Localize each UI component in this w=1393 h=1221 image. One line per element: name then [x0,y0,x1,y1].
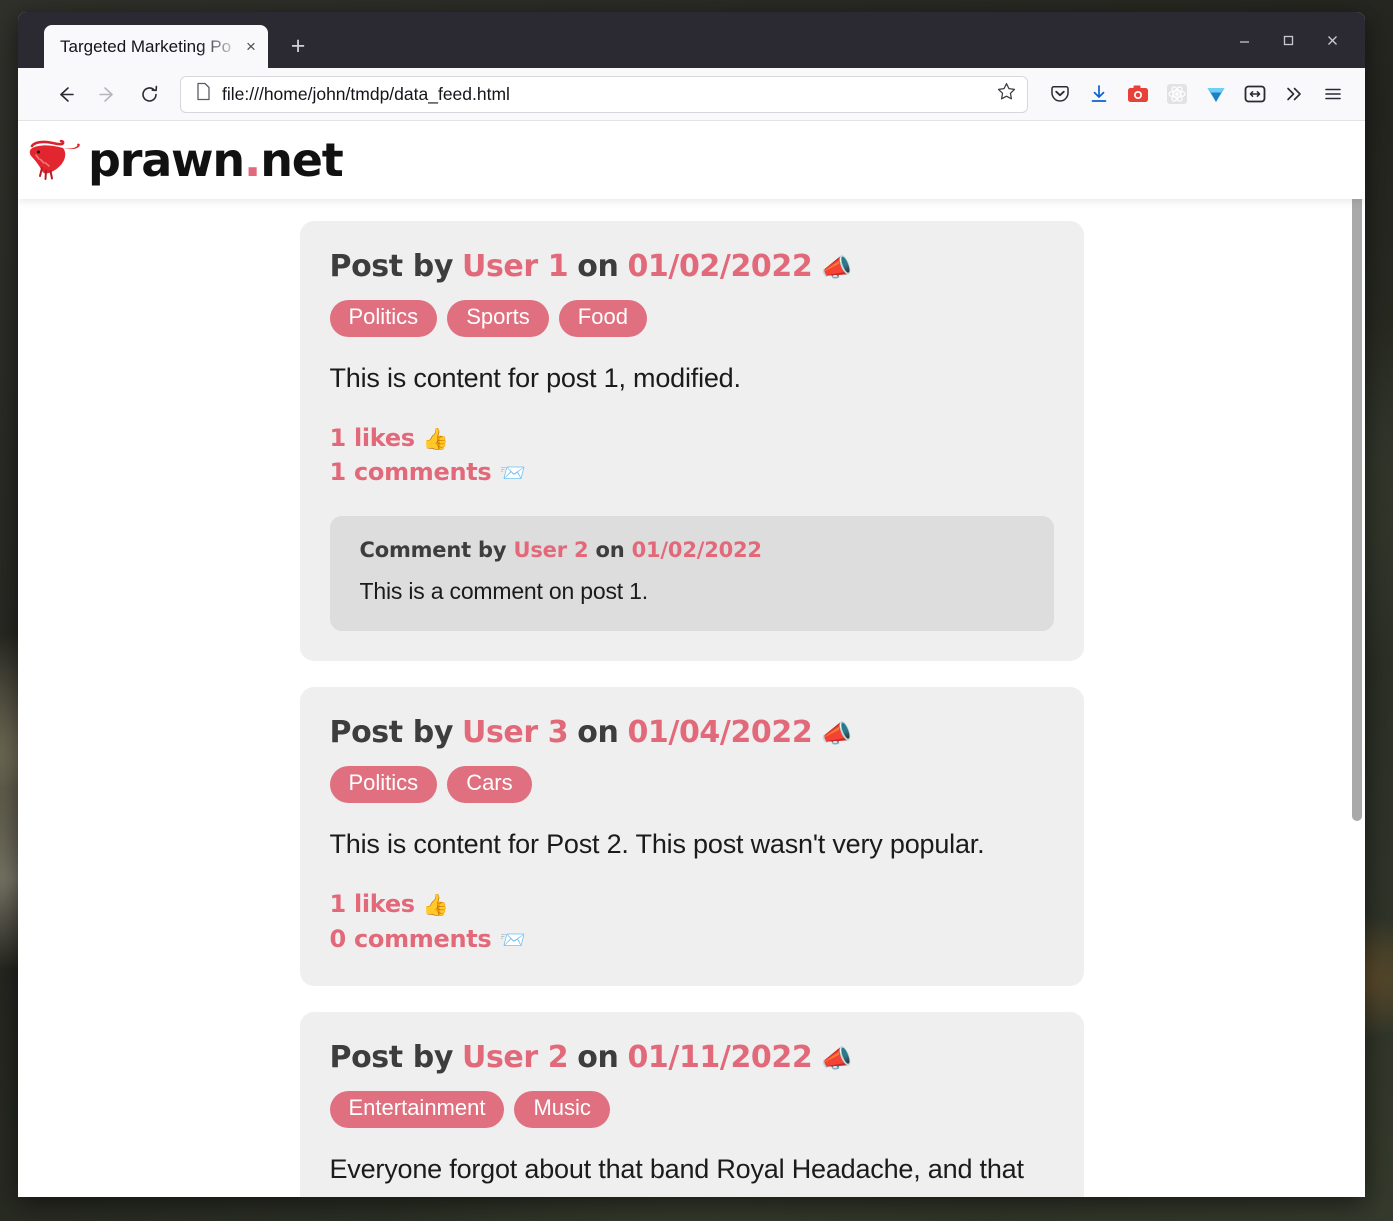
post-tags: Politics Sports Food [329,300,1054,337]
comment-date: 01/02/2022 [631,538,762,563]
comment-connector: on [595,538,625,563]
post-author[interactable]: User 3 [462,715,569,750]
tab-strip: Targeted Marketing Po × + [18,12,1365,68]
react-devtools-icon[interactable] [1159,76,1195,112]
post-connector: on [577,1040,619,1076]
thumbs-up-icon: 👍 [422,426,449,451]
envelope-icon: 📨 [499,461,526,486]
comment-prefix: Comment by [359,538,507,563]
tag-pill[interactable]: Food [558,300,647,337]
post-content: This is content for Post 2. This post wa… [329,828,985,859]
likes-label: 1 likes [329,423,416,452]
downloads-icon[interactable] [1081,76,1117,112]
likes-stat[interactable]: 1 likes 👍 [330,421,1054,456]
pocket-icon[interactable] [1042,76,1078,112]
tag-pill[interactable]: Entertainment [329,1091,505,1128]
megaphone-icon: 📣 [821,1044,853,1074]
screenshot-camera-icon[interactable] [1120,76,1156,112]
post-card: Post by User 3 on 01/04/2022 📣 Politics … [299,687,1084,987]
new-tab-button[interactable]: + [278,26,318,66]
close-button[interactable] [1313,23,1351,57]
back-icon[interactable] [46,75,84,113]
brand-name: prawn [88,133,245,187]
post-stats: 1 likes 👍 0 comments 📨 [330,887,1054,957]
post-prefix: Post by [329,249,454,284]
bookmark-star-icon[interactable] [996,81,1017,107]
post-connector: on [577,249,619,284]
post-author[interactable]: User 2 [462,1040,569,1075]
post-content: Everyone forgot about that band Royal He… [329,1153,1024,1197]
scrollbar-thumb[interactable] [1352,129,1362,821]
thumbs-up-icon: 👍 [422,892,449,917]
comments-stat[interactable]: 1 comments 📨 [330,455,1054,490]
comments-label: 1 comments [329,458,492,487]
diamond-extension-icon[interactable] [1198,76,1234,112]
post-date: 01/11/2022 [627,1040,813,1076]
post-connector: on [577,715,619,751]
tab-title: Targeted Marketing Po [60,36,232,56]
overflow-chevrons-icon[interactable] [1276,76,1312,112]
site-logo[interactable]: prawn.net [26,133,344,187]
post-prefix: Post by [329,1040,454,1076]
post-header: Post by User 2 on 01/11/2022 📣 [330,1040,1054,1075]
likes-label: 1 likes [329,889,416,918]
post-header: Post by User 3 on 01/04/2022 📣 [330,715,1054,750]
post-tags: Politics Cars [329,766,1054,803]
post-date: 01/02/2022 [627,249,813,284]
comment-card: Comment by User 2 on 01/02/2022 This is … [329,516,1054,632]
page-viewport: prawn.net Post by User 1 on 01/02/2022 📣… [18,121,1365,1197]
post-date: 01/04/2022 [627,715,813,751]
comment-header: Comment by User 2 on 01/02/2022 [360,538,1024,562]
post-author[interactable]: User 1 [462,249,569,284]
post-prefix: Post by [329,715,454,751]
site-header: prawn.net [18,121,1365,199]
address-bar[interactable]: file:///home/john/tmdp/data_feed.html [180,75,1028,113]
hamburger-menu-icon[interactable] [1315,76,1351,112]
megaphone-icon: 📣 [821,253,853,282]
tag-pill[interactable]: Music [514,1091,610,1128]
tag-pill[interactable]: Politics [329,300,438,337]
envelope-icon: 📨 [499,927,526,952]
post-card: Post by User 2 on 01/11/2022 📣 Entertain… [299,1012,1084,1197]
browser-window: Targeted Marketing Po × + file:///home/j… [18,12,1365,1197]
window-controls [1225,12,1351,68]
browser-tab[interactable]: Targeted Marketing Po × [44,25,268,68]
tag-pill[interactable]: Politics [329,766,438,803]
brand-tld: net [260,133,344,187]
comment-content: This is a comment on post 1. [359,578,649,605]
tab-close-icon[interactable]: × [240,36,262,58]
navigation-toolbar: file:///home/john/tmdp/data_feed.html [18,68,1365,121]
reload-icon[interactable] [130,75,168,113]
tag-pill[interactable]: Sports [447,300,549,337]
minimize-button[interactable] [1225,23,1263,57]
toolbar-extensions [1042,76,1351,112]
post-header: Post by User 1 on 01/02/2022 📣 [330,249,1054,284]
comments-stat[interactable]: 0 comments 📨 [330,922,1054,957]
brand-text: prawn.net [88,133,344,187]
prawn-icon [26,138,84,182]
comments-label: 0 comments [329,924,492,953]
post-card: Post by User 1 on 01/02/2022 📣 Politics … [299,221,1084,662]
forward-icon[interactable] [88,75,126,113]
page-scrollbar[interactable] [1349,121,1365,1197]
post-tags: Entertainment Music [329,1091,1054,1128]
post-content: This is content for post 1, modified. [329,362,742,393]
post-feed: Post by User 1 on 01/02/2022 📣 Politics … [18,199,1365,1197]
tag-pill[interactable]: Cars [447,766,532,803]
megaphone-icon: 📣 [821,719,853,749]
comment-author[interactable]: User 2 [514,538,589,562]
url-text[interactable]: file:///home/john/tmdp/data_feed.html [222,84,986,105]
container-tab-icon[interactable] [1237,76,1273,112]
web-page: prawn.net Post by User 1 on 01/02/2022 📣… [18,121,1365,1197]
maximize-button[interactable] [1269,23,1307,57]
likes-stat[interactable]: 1 likes 👍 [330,887,1054,922]
post-stats: 1 likes 👍 1 comments 📨 [330,421,1054,491]
brand-dot: . [243,133,262,187]
page-document-icon [195,82,212,106]
